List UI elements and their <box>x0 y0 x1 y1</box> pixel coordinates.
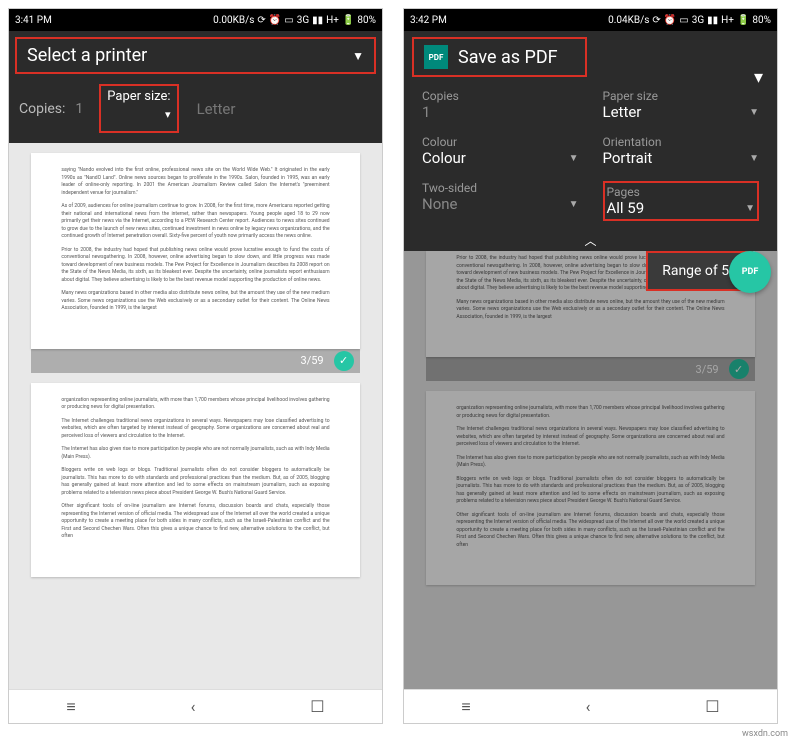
nav-back-button[interactable]: ‹ <box>586 697 591 716</box>
doc-text: Many news organizations based in other m… <box>61 290 329 313</box>
nav-back-button[interactable]: ‹ <box>191 697 196 716</box>
select-printer-label: Select a printer <box>27 45 147 66</box>
status-batt: 80% <box>752 15 771 26</box>
sim-icon: ▭ <box>284 15 293 26</box>
save-as-pdf-label: Save as PDF <box>458 47 558 68</box>
status-net: 3G <box>297 15 309 26</box>
doc-text: Other significant tools of on-line journ… <box>61 503 329 541</box>
page-number: 3/59 <box>301 354 324 367</box>
doc-text: Bloggers write on web logs or blogs. Tra… <box>61 467 329 497</box>
chevron-down-icon: ▼ <box>745 203 755 214</box>
two-sided-value: None <box>422 195 458 213</box>
doc-text: The Internet has also given rise to more… <box>61 446 329 461</box>
preview-area[interactable]: saying "Nando evolved into the first onl… <box>9 143 382 689</box>
battery-icon: 🔋 <box>737 15 749 26</box>
pdf-icon: PDF <box>742 267 759 277</box>
signal-icon: ▮▮ <box>707 15 718 26</box>
preview-area[interactable]: Prior to 2008, the industry had hoped th… <box>404 251 777 689</box>
alarm-icon: ⏰ <box>664 15 676 26</box>
paper-size-label: Paper size: <box>107 89 170 104</box>
two-sided-label: Two-sided <box>422 181 579 195</box>
orientation-dropdown[interactable]: Portrait ▼ <box>603 149 760 167</box>
sync-off-icon: ⟳ <box>652 15 660 26</box>
doc-text: Prior to 2008, the industry had hoped th… <box>61 247 329 285</box>
paper-size-dropdown[interactable]: Letter ▼ <box>603 103 760 121</box>
alarm-icon: ⏰ <box>269 15 281 26</box>
watermark: wsxdn.com <box>742 729 788 739</box>
copies-label: Copies: <box>19 101 65 117</box>
chevron-down-icon: ▼ <box>749 107 759 118</box>
pages-value: All 59 <box>607 199 645 217</box>
select-printer-dropdown[interactable]: Select a printer ▼ <box>15 37 376 74</box>
nav-recent-button[interactable]: ☐ <box>705 697 719 716</box>
battery-icon: 🔋 <box>342 15 354 26</box>
pages-label: Pages <box>607 185 756 199</box>
status-net2: H+ <box>721 15 734 26</box>
pdf-icon: PDF <box>424 45 448 69</box>
nav-menu-button[interactable]: ≡ <box>66 697 75 717</box>
status-speed: 0.00KB/s <box>213 15 254 26</box>
chevron-down-icon: ▼ <box>569 199 579 210</box>
orientation-label: Orientation <box>603 135 760 149</box>
status-time: 3:41 PM <box>15 15 52 26</box>
status-bar: 3:42 PM 0.04KB/s ⟳ ⏰ ▭ 3G ▮▮ H+ 🔋 80% <box>404 9 777 31</box>
colour-dropdown[interactable]: Colour ▼ <box>422 149 579 167</box>
nav-bar: ≡ ‹ ☐ <box>404 689 777 723</box>
dim-overlay <box>404 251 777 689</box>
status-net: 3G <box>692 15 704 26</box>
document-page[interactable]: saying "Nando evolved into the first onl… <box>31 153 359 349</box>
chevron-down-icon: ▼ <box>569 153 579 164</box>
page-indicator: 3/59 ✓ <box>31 349 359 373</box>
paper-size-dropdown[interactable]: Paper size: ▾ <box>99 84 178 133</box>
status-bar: 3:41 PM 0.00KB/s ⟳ ⏰ ▭ 3G ▮▮ H+ 🔋 80% <box>9 9 382 31</box>
save-pdf-fab[interactable]: PDF <box>729 251 771 293</box>
print-toolbar: PDF Save as PDF ▾ Copies 1 Paper size Le… <box>404 31 777 229</box>
orientation-value: Portrait <box>603 149 653 167</box>
collapse-toggle[interactable]: ︿ <box>404 229 777 251</box>
status-batt: 80% <box>357 15 376 26</box>
chevron-down-icon: ▾ <box>165 108 171 121</box>
chevron-up-icon: ︿ <box>584 232 596 249</box>
copies-value[interactable]: 1 <box>75 101 83 117</box>
doc-text: The Internet challenges traditional news… <box>61 418 329 441</box>
range-label: Range of 59 <box>662 263 737 279</box>
nav-bar: ≡ ‹ ☐ <box>9 689 382 723</box>
paper-size-value: Letter <box>603 103 642 121</box>
pages-dropdown[interactable]: All 59 ▼ <box>607 199 756 217</box>
copies-label: Copies <box>422 89 579 103</box>
chevron-down-icon[interactable]: ▾ <box>754 67 763 88</box>
nav-recent-button[interactable]: ☐ <box>310 697 324 716</box>
copies-value[interactable]: 1 <box>422 103 430 121</box>
document-page[interactable]: organization representing online journal… <box>31 383 359 577</box>
paper-size-value: Letter <box>197 100 236 118</box>
doc-text: organization representing online journal… <box>61 397 329 412</box>
colour-label: Colour <box>422 135 579 149</box>
print-toolbar: Select a printer ▼ Copies: 1 Paper size:… <box>9 31 382 143</box>
paper-size-label: Paper size <box>603 89 760 103</box>
status-speed: 0.04KB/s <box>608 15 649 26</box>
doc-text: As of 2009, audiences for online journal… <box>61 203 329 241</box>
colour-value: Colour <box>422 149 466 167</box>
sim-icon: ▭ <box>679 15 688 26</box>
nav-menu-button[interactable]: ≡ <box>461 697 470 717</box>
signal-icon: ▮▮ <box>312 15 323 26</box>
sync-off-icon: ⟳ <box>257 15 265 26</box>
status-net2: H+ <box>326 15 339 26</box>
chevron-down-icon: ▼ <box>352 49 364 63</box>
chevron-down-icon: ▼ <box>749 153 759 164</box>
save-as-pdf-dropdown[interactable]: PDF Save as PDF <box>412 37 587 77</box>
status-time: 3:42 PM <box>410 15 447 26</box>
page-selected-check-icon[interactable]: ✓ <box>334 351 354 371</box>
two-sided-dropdown[interactable]: None ▼ <box>422 195 579 213</box>
doc-text: saying "Nando evolved into the first onl… <box>61 167 329 197</box>
